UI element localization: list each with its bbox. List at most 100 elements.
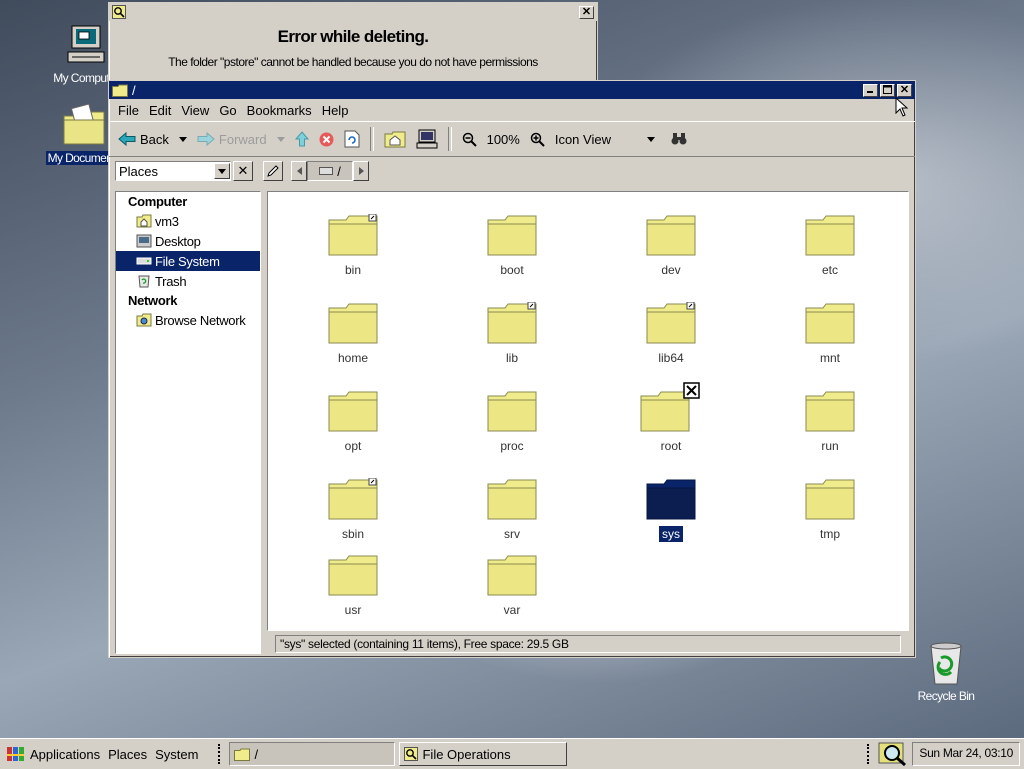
folder-item[interactable]: srv [462, 478, 562, 542]
error-dialog-titlebar[interactable]: ✕ [109, 3, 597, 21]
sidebar-item-file-system[interactable]: File System [116, 251, 260, 271]
menu-edit[interactable]: Edit [144, 103, 176, 118]
caret-down-icon [646, 136, 655, 142]
path-segment-root[interactable]: / [307, 161, 353, 181]
tray-handle[interactable] [867, 744, 874, 764]
sidebar-item-browse-network[interactable]: Browse Network [116, 310, 260, 330]
arrow-left-icon [118, 132, 136, 146]
folder-item[interactable]: usr [303, 554, 403, 618]
caret-down-icon [218, 168, 226, 174]
folder-label: etc [821, 263, 838, 277]
sidebar-item-desktop[interactable]: Desktop [116, 231, 260, 251]
back-history-dropdown[interactable] [176, 136, 190, 142]
menu-help[interactable]: Help [317, 103, 354, 118]
close-side-pane-button[interactable]: ✕ [233, 161, 253, 181]
maximize-icon [883, 84, 892, 94]
folder-item-selected[interactable]: sys [621, 478, 721, 542]
stop-button[interactable] [316, 132, 337, 147]
folder-item[interactable]: home [303, 302, 403, 366]
task-button-file-operations[interactable]: File Operations [399, 742, 568, 766]
folder-icon [805, 303, 855, 344]
folder-item[interactable]: etc [780, 214, 880, 278]
search-icon [404, 747, 419, 761]
folder-item[interactable]: mnt [780, 302, 880, 366]
location-bar: Places ✕ / [109, 157, 915, 185]
folder-item[interactable]: lib [462, 301, 562, 366]
zoom-in-button[interactable] [527, 132, 548, 147]
close-button[interactable]: ✕ [897, 83, 912, 97]
caret-down-icon [178, 136, 187, 142]
menu-bookmarks[interactable]: Bookmarks [242, 103, 317, 118]
back-label: Back [140, 131, 169, 147]
sidebar-item-label: Browse Network [155, 312, 246, 328]
folder-item[interactable]: sbin [303, 477, 403, 542]
zoom-level[interactable]: 100% [484, 132, 523, 147]
zoom-out-icon [462, 132, 477, 147]
computer-button[interactable] [413, 129, 441, 149]
menu-bar: File Edit View Go Bookmarks Help [109, 99, 915, 121]
folder-item[interactable]: tmp [780, 478, 880, 542]
folder-icon [805, 215, 855, 256]
search-tool-button[interactable] [878, 741, 908, 767]
recycle-bin-icon [930, 642, 962, 685]
toolbar-separator [369, 127, 374, 151]
zoom-out-button[interactable] [459, 132, 480, 147]
home-button[interactable] [381, 130, 409, 148]
sidebar-item-label: vm3 [155, 213, 179, 229]
task-button-file-browser[interactable]: / [229, 742, 396, 766]
folder-label: lib64 [658, 351, 684, 365]
menu-go[interactable]: Go [214, 103, 241, 118]
search-button[interactable] [668, 132, 690, 146]
file-browser-titlebar[interactable]: / ✕ [109, 81, 915, 99]
folder-item[interactable]: run [780, 390, 880, 454]
error-heading: Error while deleting. [277, 27, 429, 46]
folder-item[interactable]: root [621, 382, 721, 454]
zoom-in-icon [530, 132, 545, 147]
clock[interactable]: Sun Mar 24, 03:10 [912, 742, 1020, 766]
taskbar-handle[interactable] [218, 744, 225, 764]
menu-file[interactable]: File [113, 103, 144, 118]
folder-icon [487, 391, 537, 432]
forward-history-dropdown[interactable] [274, 136, 288, 142]
folder-item[interactable]: opt [303, 390, 403, 454]
side-pane-dropdown-button[interactable] [214, 163, 230, 179]
folder-item[interactable]: var [462, 554, 562, 618]
folder-item[interactable]: proc [462, 390, 562, 454]
places-menu[interactable]: Places [104, 742, 147, 766]
folder-item[interactable]: dev [621, 214, 721, 278]
reload-icon [344, 130, 360, 148]
sidebar-header-network: Network [128, 293, 178, 308]
sidebar-item-trash[interactable]: Trash [116, 271, 260, 291]
error-dialog-close-button[interactable]: ✕ [579, 5, 594, 19]
desktop-icon-recycle-bin[interactable]: Recycle Bin [906, 640, 986, 703]
forward-label: Forward [218, 131, 267, 147]
sidebar-item-label: File System [155, 253, 220, 269]
folder-label: opt [344, 439, 362, 453]
folder-item[interactable]: lib64 [621, 301, 721, 366]
folder-icon [328, 477, 378, 520]
path-scroll-left-button[interactable] [291, 161, 307, 181]
folder-label: root [660, 439, 682, 453]
folder-icon [328, 391, 378, 432]
maximize-button[interactable] [880, 83, 895, 97]
path-scroll-right-button[interactable] [353, 161, 369, 181]
back-button[interactable]: Back [115, 132, 172, 147]
sidebar-item-vm3[interactable]: vm3 [116, 211, 260, 231]
folder-icon [646, 301, 696, 344]
toggle-location-entry-button[interactable] [263, 161, 283, 181]
system-menu[interactable]: System [151, 742, 198, 766]
up-button[interactable] [292, 131, 312, 147]
side-pane-selector[interactable]: Places [115, 161, 231, 181]
folder-item[interactable]: bin [303, 213, 403, 278]
status-bar: "sys" selected (containing 11 items), Fr… [275, 635, 901, 653]
menu-view[interactable]: View [176, 103, 214, 118]
view-mode-select[interactable]: Icon View [552, 132, 658, 147]
sidebar-item-label: Trash [155, 273, 187, 289]
minimize-button[interactable] [863, 83, 878, 97]
forward-button[interactable]: Forward [194, 132, 270, 147]
folder-item[interactable]: boot [462, 214, 562, 278]
applications-menu[interactable]: Applications [0, 742, 100, 766]
folder-icon [328, 213, 378, 256]
folder-icon [328, 555, 378, 596]
reload-button[interactable] [341, 130, 363, 148]
